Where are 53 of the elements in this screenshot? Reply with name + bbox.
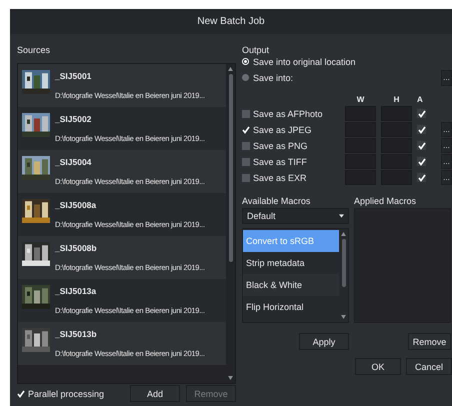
checkbox[interactable] xyxy=(242,158,250,166)
available-macros-label: Available Macros xyxy=(242,196,312,207)
add-button[interactable]: Add xyxy=(130,385,180,402)
options-button[interactable]: ... xyxy=(441,154,452,169)
checkbox[interactable] xyxy=(417,125,426,134)
column-header: A xyxy=(417,95,424,105)
checkbox-label: Parallel processing xyxy=(28,388,104,398)
radio-label: Save into original location xyxy=(253,56,356,66)
file-name: _SIJ5013a xyxy=(55,286,98,296)
options-button[interactable]: ... xyxy=(441,122,452,137)
checkbox[interactable] xyxy=(242,110,250,118)
remove-button[interactable]: Remove xyxy=(408,333,451,350)
file-name: _SIJ5013b xyxy=(55,329,98,339)
column-header: H xyxy=(392,95,400,105)
file-name: _SIJ5008a xyxy=(55,200,98,210)
dropdown-icon xyxy=(339,214,344,218)
window-title: New Batch Job xyxy=(197,16,265,27)
checkbox-label: Save as AFPhoto xyxy=(253,108,323,118)
column-header: W xyxy=(356,95,366,105)
file-name: _SIJ5002 xyxy=(55,114,92,124)
radio-label: Save into: xyxy=(253,72,294,82)
file-name: _SIJ5004 xyxy=(55,157,92,167)
applied-macros-label: Applied Macros xyxy=(354,196,418,207)
checkbox[interactable] xyxy=(242,174,250,182)
checkbox[interactable] xyxy=(417,173,426,182)
scroll-down-icon[interactable] xyxy=(228,376,233,380)
file-name: _SIJ5001 xyxy=(55,71,92,81)
options-button[interactable]: ... xyxy=(441,170,452,185)
apply-button[interactable]: Apply xyxy=(299,333,349,350)
checkbox[interactable] xyxy=(417,157,426,166)
scroll-down-icon[interactable] xyxy=(341,315,346,319)
cancel-button[interactable]: Cancel xyxy=(406,358,452,375)
checkbox[interactable] xyxy=(17,390,25,398)
radio-button[interactable] xyxy=(242,58,249,65)
checkbox-label: Save as JPEG xyxy=(253,124,312,134)
checkbox[interactable] xyxy=(417,141,426,150)
checkbox[interactable] xyxy=(417,109,426,118)
checkbox-label: Save as EXR xyxy=(253,172,307,182)
options-button[interactable]: ... xyxy=(441,138,452,153)
output-label: Output xyxy=(242,45,270,55)
checkbox-label: Save as TIFF xyxy=(253,156,307,166)
file-name: _SIJ5008b xyxy=(55,243,98,253)
checkbox[interactable] xyxy=(242,126,250,134)
sources-label: Sources xyxy=(17,44,52,56)
scroll-up-icon[interactable] xyxy=(228,67,233,71)
macro-item[interactable]: Black & White xyxy=(243,274,339,296)
checkbox-label: Save as PNG xyxy=(253,140,308,150)
checkbox[interactable] xyxy=(242,142,250,150)
macro-dropdown[interactable]: Default xyxy=(242,208,349,224)
scroll-up-icon[interactable] xyxy=(341,232,346,236)
ok-button[interactable]: OK xyxy=(355,358,401,375)
browse-button[interactable]: ... xyxy=(441,70,452,86)
radio-button[interactable] xyxy=(242,74,249,81)
